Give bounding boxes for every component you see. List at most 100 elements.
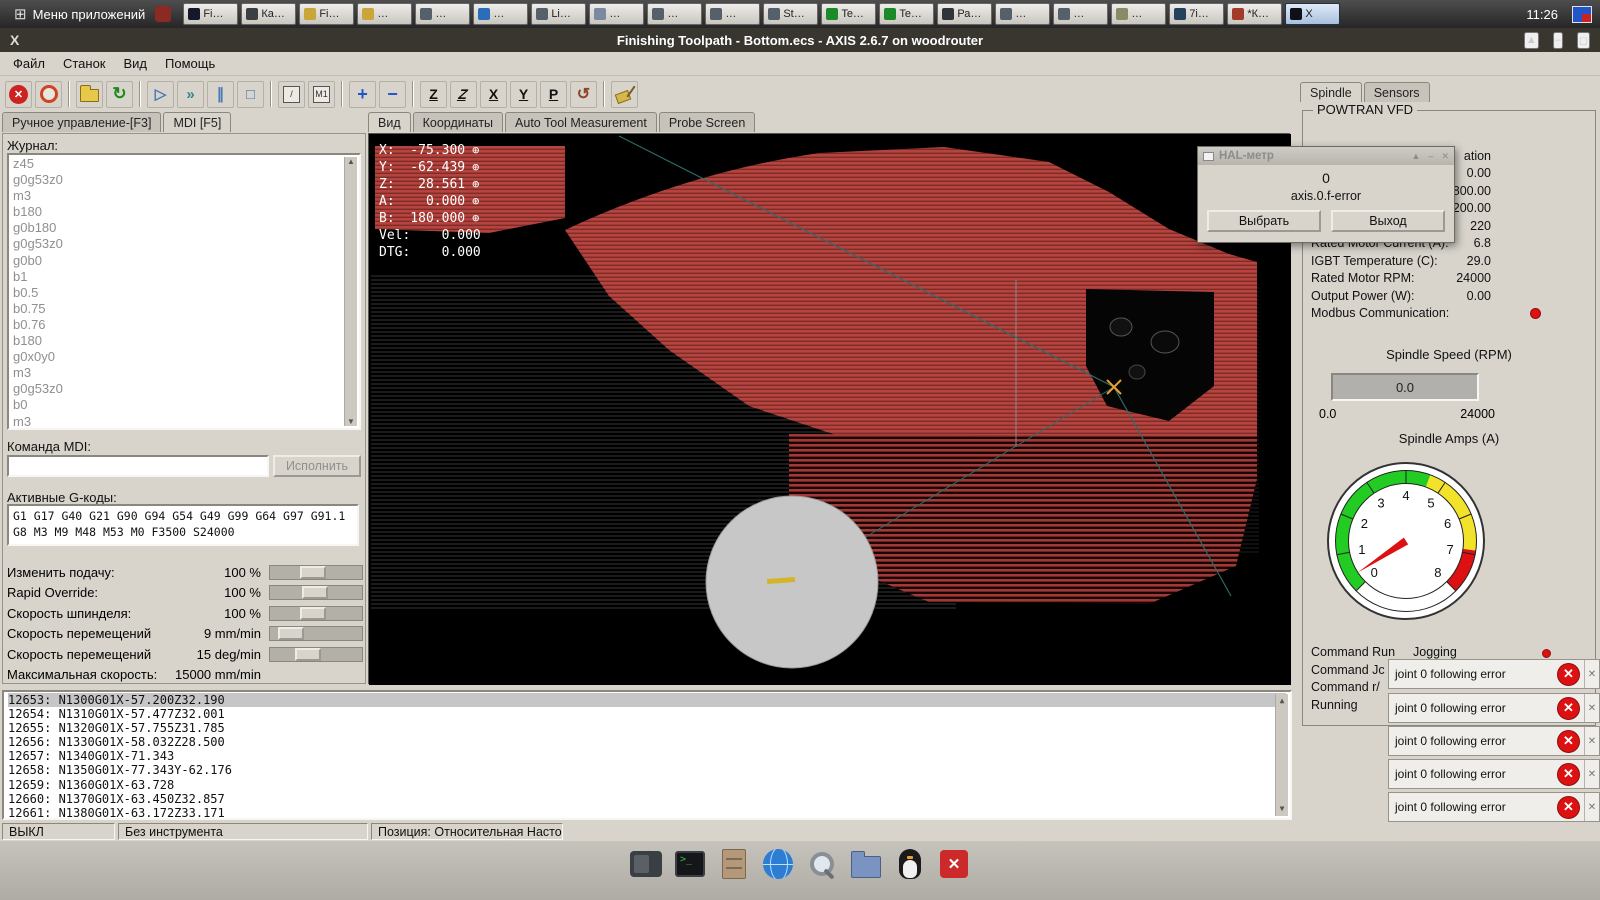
right-tab[interactable]: Sensors	[1364, 82, 1430, 102]
mdi-history-entry[interactable]: m3	[13, 188, 343, 204]
clear-plot-button[interactable]	[611, 81, 638, 108]
taskbar-window-button[interactable]: …	[995, 3, 1050, 25]
applications-menu-button[interactable]: ⊞ Меню приложений	[8, 2, 151, 26]
menu-item[interactable]: Вид	[115, 53, 157, 74]
slider-track[interactable]	[269, 606, 363, 621]
slider-track[interactable]	[269, 565, 363, 580]
gcode-line[interactable]: 12658: N1350G01X-77.343Y-62.176	[8, 763, 1286, 777]
penguin-icon[interactable]	[893, 847, 927, 881]
menu-item[interactable]: Станок	[54, 53, 115, 74]
mdi-history-list[interactable]: z45g0g53z0m3b180g0b180g0g53z0g0b0b1b0.5b…	[7, 153, 361, 430]
menu-item[interactable]: Файл	[4, 53, 54, 74]
terminal-icon[interactable]	[673, 847, 707, 881]
file-manager-icon[interactable]	[849, 847, 883, 881]
taskbar-window-button[interactable]: …	[473, 3, 528, 25]
keyboard-layout-icon[interactable]	[1572, 6, 1592, 23]
mdi-history-entry[interactable]: z45	[13, 156, 343, 172]
window-control-button[interactable]: –	[1553, 32, 1563, 49]
view-p-button[interactable]: P	[540, 81, 567, 108]
drawing-tablet-icon[interactable]	[629, 847, 663, 881]
machine-power-button[interactable]	[35, 81, 62, 108]
file-cabinet-icon[interactable]	[717, 847, 751, 881]
preview-tab[interactable]: Координаты	[413, 112, 503, 132]
taskbar-window-button[interactable]: Fi…	[183, 3, 238, 25]
gcode-line[interactable]: 12653: N1300G01X-57.200Z32.190	[8, 693, 1286, 707]
gcode-line[interactable]: 12659: N1360G01X-63.728	[8, 778, 1286, 792]
mdi-history-entry[interactable]: b0.76	[13, 317, 343, 333]
browser-icon[interactable]	[761, 847, 795, 881]
pause-button[interactable]: ∥	[207, 81, 234, 108]
taskbar-window-button[interactable]: Fi…	[299, 3, 354, 25]
right-tab[interactable]: Spindle	[1300, 82, 1362, 102]
toast-close-button[interactable]: ✕	[1584, 694, 1599, 722]
slider-handle[interactable]	[300, 607, 326, 620]
taskbar-window-button[interactable]: …	[1111, 3, 1166, 25]
mdi-history-entry[interactable]: m3	[13, 414, 343, 430]
taskbar-window-button[interactable]: *К…	[1227, 3, 1282, 25]
left-tab[interactable]: MDI [F5]	[163, 112, 231, 132]
slider-track[interactable]	[269, 626, 363, 641]
slider-handle[interactable]	[302, 586, 328, 599]
mdi-history-entry[interactable]: b180	[13, 333, 343, 349]
hal-window-control-button[interactable]: –	[1428, 151, 1433, 162]
open-file-button[interactable]	[76, 81, 103, 108]
gcode-line[interactable]: 12660: N1370G01X-63.450Z32.857	[8, 792, 1286, 806]
mdi-history-entry[interactable]: g0g53z0	[13, 236, 343, 252]
preview-tab[interactable]: Probe Screen	[659, 112, 755, 132]
taskbar-window-button[interactable]: X	[1285, 3, 1340, 25]
preview-tab[interactable]: Вид	[368, 112, 411, 132]
toast-close-button[interactable]: ✕	[1584, 660, 1599, 688]
rotate-view-button[interactable]: ↺	[570, 81, 597, 108]
slider-track[interactable]	[269, 585, 363, 600]
hal-select-button[interactable]: Выбрать	[1207, 210, 1321, 232]
mdi-history-entry[interactable]: g0b0	[13, 253, 343, 269]
gcode-line[interactable]: 12654: N1310G01X-57.477Z32.001	[8, 707, 1286, 721]
menu-item[interactable]: Помощь	[156, 53, 224, 74]
hal-window-control-button[interactable]: ✕	[1441, 151, 1449, 162]
toast-close-button[interactable]: ✕	[1584, 727, 1599, 755]
hal-exit-button[interactable]: Выход	[1331, 210, 1445, 232]
mdi-history-entry[interactable]: b180	[13, 204, 343, 220]
mdi-history-entry[interactable]: b0	[13, 397, 343, 413]
preview-tab[interactable]: Auto Tool Measurement	[505, 112, 657, 132]
mdi-run-button[interactable]: Исполнить	[273, 455, 361, 477]
block-delete-button[interactable]: /	[278, 81, 305, 108]
taskbar-window-button[interactable]: …	[589, 3, 644, 25]
run-from-line-button[interactable]: »	[177, 81, 204, 108]
taskbar-window-button[interactable]: Ка…	[241, 3, 296, 25]
window-control-button[interactable]: ◻	[1577, 32, 1590, 49]
estop-button[interactable]: ✕	[5, 81, 32, 108]
view-x-button[interactable]: X	[480, 81, 507, 108]
mdi-history-entry[interactable]: b0.75	[13, 301, 343, 317]
view-z-rotated-button[interactable]: Z	[450, 81, 477, 108]
gcode-line[interactable]: 12661: N1380G01X-63.172Z33.171	[8, 806, 1286, 820]
taskbar-window-button[interactable]: Te…	[879, 3, 934, 25]
toast-close-button[interactable]: ✕	[1584, 793, 1599, 821]
view-y-button[interactable]: Y	[510, 81, 537, 108]
gcode-line[interactable]: 12657: N1340G01X-71.343	[8, 749, 1286, 763]
slider-handle[interactable]	[295, 648, 321, 661]
hal-meter-window[interactable]: HAL-метр ▲–✕ 0 axis.0.f-error Выбрать Вы…	[1197, 146, 1455, 243]
mdi-history-entry[interactable]: m3	[13, 365, 343, 381]
reload-file-button[interactable]: ↻	[106, 81, 133, 108]
taskbar-window-button[interactable]: Ра…	[937, 3, 992, 25]
search-icon[interactable]	[805, 847, 839, 881]
toolpath-preview-canvas[interactable]: X: -75.300⊕ Y: -62.439⊕ Z: 28.561⊕ A: 0.…	[368, 133, 1290, 684]
taskbar-window-button[interactable]: St…	[763, 3, 818, 25]
zoom-in-button[interactable]: +	[349, 81, 376, 108]
hal-meter-titlebar[interactable]: HAL-метр ▲–✕	[1198, 147, 1454, 165]
mdi-history-entry[interactable]: g0g53z0	[13, 172, 343, 188]
run-button[interactable]: ▷	[147, 81, 174, 108]
gcode-line[interactable]: 12655: N1320G01X-57.755Z31.785	[8, 721, 1286, 735]
window-control-button[interactable]: ▲	[1524, 32, 1539, 49]
zoom-out-button[interactable]: −	[379, 81, 406, 108]
taskbar-window-button[interactable]: …	[647, 3, 702, 25]
slider-handle[interactable]	[278, 627, 304, 640]
mdi-history-entry[interactable]: g0g53z0	[13, 381, 343, 397]
hal-window-control-button[interactable]: ▲	[1412, 151, 1421, 162]
slider-handle[interactable]	[300, 566, 326, 579]
taskbar-window-button[interactable]: …	[357, 3, 412, 25]
taskbar-window-button[interactable]: …	[1053, 3, 1108, 25]
close-icon[interactable]: ✕	[937, 847, 971, 881]
taskbar-window-button[interactable]: Te…	[821, 3, 876, 25]
